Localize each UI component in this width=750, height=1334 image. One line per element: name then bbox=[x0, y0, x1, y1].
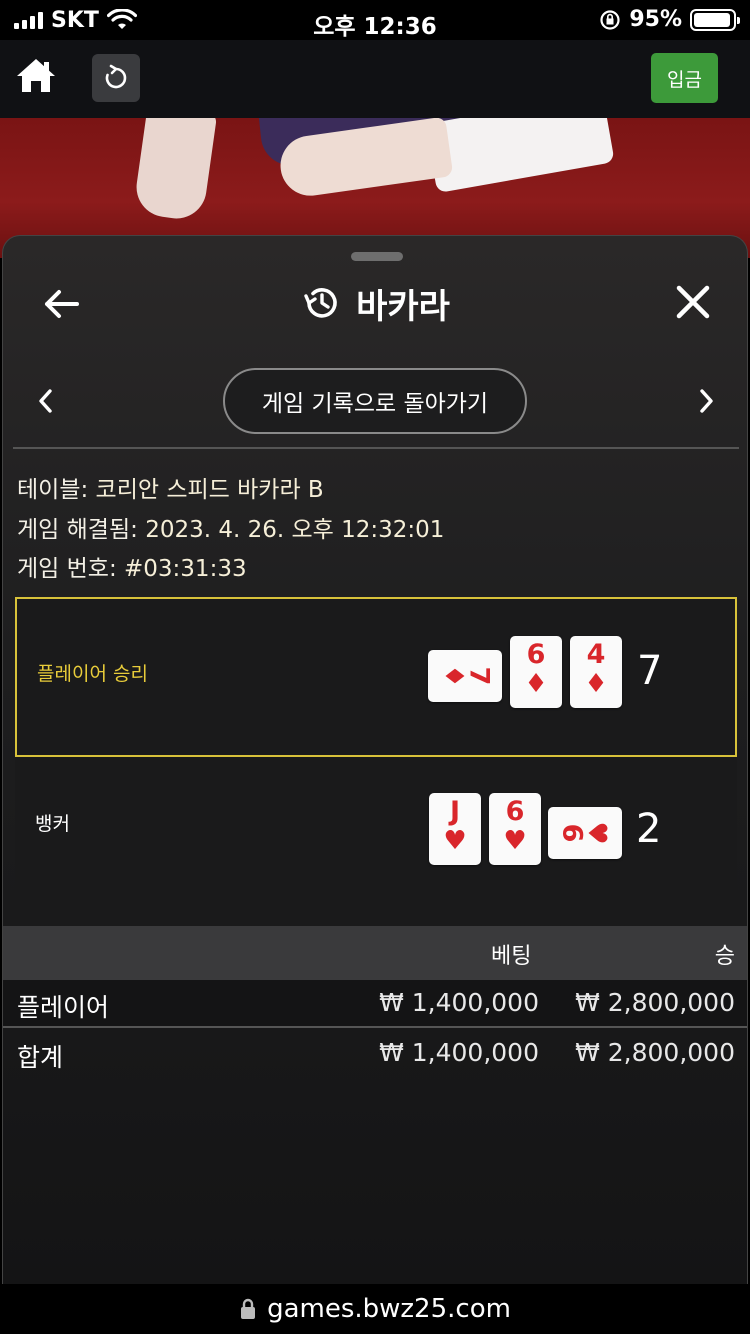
info-settled-value: 2023. 4. 26. 오후 12:32:01 bbox=[145, 517, 445, 543]
orientation-lock-icon bbox=[600, 9, 620, 30]
bets-col-win: 승 bbox=[714, 944, 735, 969]
player-card-3-suit: ♦ bbox=[584, 669, 608, 699]
url-text: games.bwz25.com bbox=[267, 1294, 511, 1324]
player-card-1: ♦ 7 bbox=[428, 650, 502, 702]
info-table-label: 테이블: bbox=[17, 477, 89, 503]
bet-total-win: ₩ 2,800,000 bbox=[575, 1038, 735, 1067]
player-card-2-suit: ♦ bbox=[524, 669, 548, 699]
banker-card-1: J ♥ bbox=[429, 793, 481, 865]
banker-card-3-suit: ♥ bbox=[581, 821, 612, 845]
close-button[interactable] bbox=[673, 282, 713, 322]
panel-title-text: 바카라 bbox=[356, 286, 450, 327]
battery-icon bbox=[690, 8, 740, 31]
chevron-right-icon bbox=[700, 389, 713, 413]
bets-table-header: 베팅 승 bbox=[3, 926, 747, 980]
status-bar: SKT 오후 12:36 95% bbox=[0, 0, 750, 40]
battery-percent: 95% bbox=[629, 7, 682, 32]
banker-card-2-suit: ♥ bbox=[503, 826, 527, 856]
dealer-hand-left bbox=[132, 118, 218, 223]
info-settled: 게임 해결됨: 2023. 4. 26. 오후 12:32:01 bbox=[17, 510, 444, 544]
top-nav: 입금 bbox=[0, 40, 750, 118]
refresh-icon bbox=[105, 64, 127, 89]
info-table-value: 코리안 스피드 바카라 B bbox=[95, 477, 324, 503]
lock-icon bbox=[241, 1298, 256, 1319]
player-hand: 플레이어 승리 ♦ 7 6 ♦ 4 ♦ 7 bbox=[15, 597, 737, 757]
info-game-number-label: 게임 번호: bbox=[17, 556, 117, 582]
sheet-grabber[interactable] bbox=[351, 252, 403, 261]
bet-row-bet: ₩ 1,400,000 bbox=[379, 988, 539, 1017]
table-row-total: 합계 ₩ 1,400,000 ₩ 2,800,000 bbox=[3, 1030, 747, 1078]
info-game-number: 게임 번호: #03:31:33 bbox=[17, 549, 247, 583]
player-card-3: 4 ♦ bbox=[570, 636, 622, 708]
chevron-left-icon bbox=[39, 389, 52, 413]
divider bbox=[13, 447, 739, 449]
refresh-button[interactable] bbox=[92, 54, 140, 102]
player-hand-label: 플레이어 승리 bbox=[37, 663, 148, 685]
banker-card-3: 6 ♥ bbox=[548, 807, 622, 859]
battery-level bbox=[694, 12, 731, 27]
bet-total-bet: ₩ 1,400,000 bbox=[379, 1038, 539, 1067]
bet-row-win: ₩ 2,800,000 bbox=[575, 988, 735, 1017]
game-history-sheet: 바카라 게임 기록으로 돌아가기 테이블: 코리안 스피드 바카라 B 게임 해… bbox=[2, 235, 748, 1285]
bet-total-name: 합계 bbox=[17, 1043, 64, 1072]
banker-card-2: 6 ♥ bbox=[489, 793, 541, 865]
bet-row-name: 플레이어 bbox=[17, 993, 110, 1022]
history-icon bbox=[304, 288, 337, 318]
next-game-button[interactable] bbox=[695, 386, 719, 416]
close-icon bbox=[676, 285, 710, 319]
banker-hand: 뱅커 J ♥ 6 ♥ 6 ♥ 2 bbox=[15, 757, 737, 913]
browser-url-bar[interactable]: games.bwz25.com bbox=[0, 1284, 750, 1334]
home-button[interactable] bbox=[14, 56, 58, 100]
home-icon bbox=[17, 59, 55, 92]
info-settled-label: 게임 해결됨: bbox=[17, 517, 138, 543]
status-right: 95% bbox=[599, 7, 740, 32]
back-to-history-button[interactable]: 게임 기록으로 돌아가기 bbox=[223, 368, 527, 434]
dealer-sleeve-white bbox=[425, 118, 615, 194]
deposit-button[interactable]: 입금 bbox=[651, 53, 718, 103]
table-row: 플레이어 ₩ 1,400,000 ₩ 2,800,000 bbox=[3, 980, 747, 1028]
panel-title: 바카라 bbox=[3, 278, 747, 328]
bets-col-bet: 베팅 bbox=[491, 944, 532, 969]
banker-hand-label: 뱅커 bbox=[35, 813, 70, 835]
info-table: 테이블: 코리안 스피드 바카라 B bbox=[17, 470, 324, 504]
info-game-number-value: #03:31:33 bbox=[124, 556, 247, 582]
previous-game-button[interactable] bbox=[33, 386, 57, 416]
player-score: 7 bbox=[637, 648, 663, 694]
banker-card-1-rank: J bbox=[449, 796, 461, 827]
player-card-2: 6 ♦ bbox=[510, 636, 562, 708]
player-card-1-rank: 7 bbox=[463, 666, 495, 686]
banker-score: 2 bbox=[636, 806, 662, 852]
banker-card-2-rank: 6 bbox=[505, 796, 525, 827]
player-card-3-rank: 4 bbox=[586, 639, 606, 670]
player-card-2-rank: 6 bbox=[526, 639, 546, 670]
banker-card-1-suit: ♥ bbox=[443, 826, 467, 856]
